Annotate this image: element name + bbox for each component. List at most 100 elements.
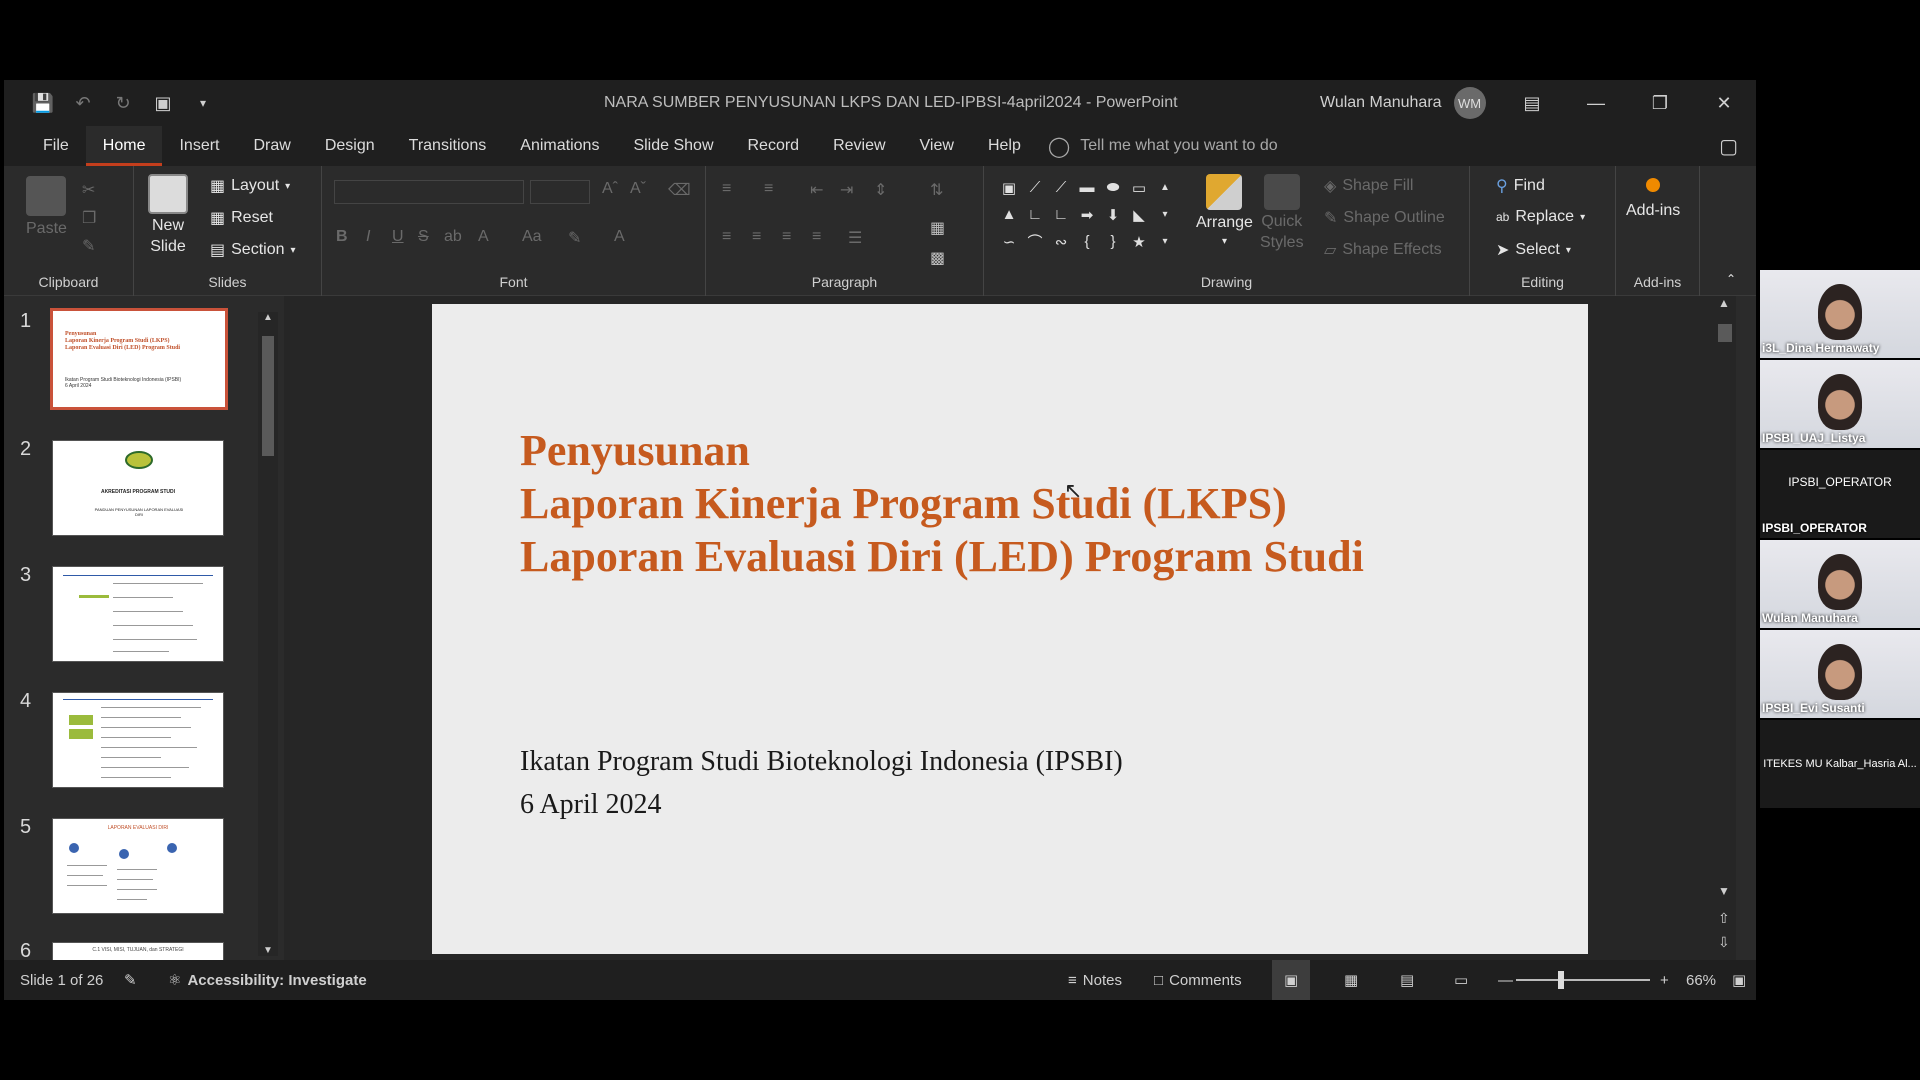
triangle-shape-icon[interactable]: ▲ [996,201,1022,228]
arrange-button[interactable]: Arrange ▾ [1196,174,1253,247]
previous-slide-icon[interactable]: ⇧ [1718,910,1730,927]
slide-thumbnail-2[interactable]: AKREDITASI PROGRAM STUDI PANDUAN PENYUSU… [52,440,224,536]
italic-icon[interactable]: I [366,228,370,246]
character-spacing-icon[interactable]: ab [444,228,462,246]
fit-slide-icon[interactable]: ▣ [1732,960,1746,1000]
connector-shape-icon[interactable]: ∟ [1022,201,1048,228]
participant-tile[interactable]: Wulan Manuhara [1760,540,1920,628]
tab-insert[interactable]: Insert [162,126,236,166]
underline-icon[interactable]: U [392,228,404,246]
new-slide-button[interactable]: New Slide [148,174,188,256]
line-shape-icon[interactable]: ⟋ [1048,174,1074,201]
normal-view-icon[interactable]: ▣ [1272,960,1311,1000]
format-painter-icon[interactable]: ✎ [82,236,95,256]
section-button[interactable]: ▤ Section ▾ [210,240,296,260]
bullets-icon[interactable]: ≡ [722,180,731,198]
zoom-in-icon[interactable]: + [1660,960,1669,1000]
scroll-thumb[interactable] [262,336,274,456]
slide-sorter-icon[interactable]: ▦ [1344,960,1358,1000]
font-size-select[interactable] [530,180,590,204]
thumbnail-scrollbar[interactable]: ▲ ▼ [258,312,278,956]
ribbon-display-options-icon[interactable]: ▤ [1500,80,1564,126]
addins-button[interactable]: Add-ins [1626,178,1680,220]
minimize-icon[interactable]: — [1564,80,1628,126]
columns-icon[interactable]: ☰ [848,228,862,248]
tab-view[interactable]: View [903,126,971,166]
shape-outline-button[interactable]: ✎ Shape Outline [1324,208,1445,228]
collapse-ribbon-icon[interactable]: ⌃ [1726,272,1736,286]
callout-shape-icon[interactable]: ◣ [1126,201,1152,228]
zoom-knob[interactable] [1558,971,1564,989]
textbox-shape-icon[interactable]: ▣ [996,174,1022,201]
slide-thumbnail-5[interactable]: LAPORAN EVALUASI DIRI [52,818,224,914]
scroll-up-icon[interactable]: ▲ [263,312,273,323]
zoom-slider[interactable] [1516,960,1650,1000]
star-shape-icon[interactable]: ★ [1126,228,1152,255]
change-case-button[interactable]: Aa [522,228,542,246]
brace-left-shape-icon[interactable]: { [1074,228,1100,255]
decrease-font-icon[interactable]: Aˇ [630,180,646,198]
tab-animations[interactable]: Animations [503,126,616,166]
customize-qat-icon[interactable]: ▾ [190,90,216,116]
reading-view-icon[interactable]: ▤ [1400,960,1414,1000]
tab-design[interactable]: Design [308,126,392,166]
highlight-icon[interactable]: ✎ [568,228,581,248]
avatar[interactable]: WM [1453,87,1486,119]
tab-transitions[interactable]: Transitions [392,126,504,166]
brace-right-shape-icon[interactable]: } [1100,228,1126,255]
editor-scrollbar[interactable]: ▲ ▼ ⇧ ⇩ [1714,296,1736,960]
next-slide-icon[interactable]: ⇩ [1718,934,1730,951]
decrease-indent-icon[interactable]: ⇤ [810,180,823,200]
slide-thumbnail-4[interactable] [52,692,224,788]
tab-help[interactable]: Help [971,126,1038,166]
undo-icon[interactable]: ↶ [70,90,96,116]
shapes-expand-icon[interactable]: ▾ [1152,228,1178,255]
current-slide[interactable]: Penyusunan Laporan Kinerja Program Studi… [432,304,1588,954]
slide-subtitle[interactable]: Ikatan Program Studi Bioteknologi Indone… [520,740,1123,826]
smartart-icon[interactable]: ▩ [930,248,945,268]
increase-indent-icon[interactable]: ⇥ [840,180,853,200]
arrow-down-shape-icon[interactable]: ⬇ [1100,201,1126,228]
layout-button[interactable]: ▦ Layout ▾ [210,176,290,196]
spell-check-icon[interactable]: ✎ [124,960,137,1000]
participant-tile[interactable]: i3L_Dina Hermawaty [1760,270,1920,358]
tab-record[interactable]: Record [731,126,817,166]
font-family-select[interactable] [334,180,524,204]
present-from-start-icon[interactable]: ▣ [150,90,176,116]
curve-shape-icon[interactable]: ∾ [1048,228,1074,255]
more-shapes-icon[interactable]: ▲ [1152,174,1178,201]
slide-thumbnail-3[interactable] [52,566,224,662]
increase-font-icon[interactable]: Aˆ [602,180,618,198]
connector-shape-icon[interactable]: ∟ [1048,201,1074,228]
comments-icon[interactable]: ▢ [1719,134,1738,159]
strikethrough-icon[interactable]: S [418,228,429,246]
text-color-icon[interactable]: A [614,228,625,246]
justify-icon[interactable]: ≡ [812,228,821,246]
scroll-down-icon[interactable]: ▼ [263,945,273,956]
align-center-icon[interactable]: ≡ [752,228,761,246]
numbering-icon[interactable]: ≡ [764,180,773,198]
select-button[interactable]: ➤ Select ▾ [1496,240,1571,260]
redo-icon[interactable]: ↻ [110,90,136,116]
more-shapes-icon[interactable]: ▾ [1152,201,1178,228]
find-button[interactable]: ⚲ Find [1496,176,1545,196]
replace-button[interactable]: ab Replace ▾ [1496,208,1585,226]
arc-shape-icon[interactable]: ⌒ [1022,228,1048,255]
bold-icon[interactable]: B [336,228,348,246]
align-text-icon[interactable]: ▦ [930,218,945,238]
arrow-right-shape-icon[interactable]: ➡ [1074,201,1100,228]
participant-tile[interactable]: IPSBI_Evi Susanti [1760,630,1920,718]
oval-shape-icon[interactable]: ⬬ [1100,174,1126,201]
slide-thumbnail-6[interactable]: C.1 VISI, MISI, TUJUAN, dan STRATEGI [52,942,224,960]
reset-button[interactable]: ▦ Reset [210,208,273,228]
shape-fill-button[interactable]: ◈ Shape Fill [1324,176,1413,196]
restore-icon[interactable]: ❐ [1628,80,1692,126]
shapes-gallery[interactable]: ▣ ⟋ ⟋ ▬ ⬬ ▭ ▲ ▲ ∟ ∟ ➡ ⬇ ◣ ▾ ∽ ⌒ ∾ {} ★ … [996,174,1180,260]
line-spacing-icon[interactable]: ⇕ [874,180,887,200]
text-direction-icon[interactable]: ⇅ [930,180,943,200]
user-account[interactable]: Wulan Manuhara WM [1320,80,1486,126]
participant-tile[interactable]: IPSBI_UAJ_Listya [1760,360,1920,448]
accessibility-button[interactable]: ⚛ Accessibility: Investigate [168,960,367,1000]
align-right-icon[interactable]: ≡ [782,228,791,246]
quick-styles-button[interactable]: Quick Styles [1260,174,1304,252]
